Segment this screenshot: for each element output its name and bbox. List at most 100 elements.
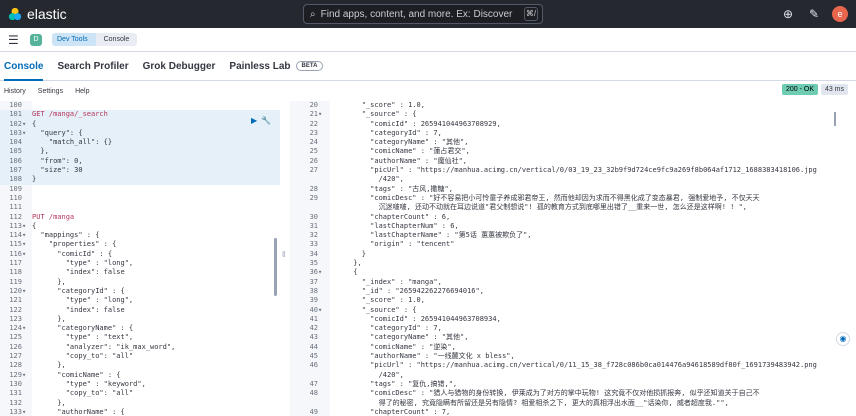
fold-toggle-icon[interactable]: ▾ xyxy=(318,110,328,119)
code-line[interactable]: 44 "comicName" : "逆染", xyxy=(290,343,850,352)
code-line[interactable]: 106 "from": 0, xyxy=(0,156,280,167)
resize-handle[interactable]: ‖ xyxy=(282,250,288,260)
code-line[interactable]: 45 "authorName" : "一线麓文化 x bless", xyxy=(290,352,850,361)
code-line[interactable]: 41 "comicId" : 265941044963708934, xyxy=(290,315,850,324)
help-link[interactable]: Help xyxy=(75,88,89,95)
fold-toggle-icon[interactable]: ▾ xyxy=(22,120,32,129)
code-line[interactable]: 122 "index": false xyxy=(0,306,280,315)
code-line[interactable]: 47 "tags" : "复仇,搞错,", xyxy=(290,380,850,389)
code-line[interactable]: 43 "categoryName" : "其他", xyxy=(290,333,850,342)
code-line[interactable]: 27 "picUrl" : "https://manhua.acimg.cn/v… xyxy=(290,166,850,175)
code-line[interactable]: 118 "index": false xyxy=(0,268,280,277)
code-line[interactable]: 121 "type" : "long", xyxy=(0,296,280,305)
tab-search-profiler[interactable]: Search Profiler xyxy=(57,52,128,81)
code-line[interactable]: 124▾ "categoryName" : { xyxy=(0,324,280,333)
code-line[interactable]: 31 "lastChapterNum" : 6, xyxy=(290,222,850,231)
fold-toggle-icon[interactable]: ▾ xyxy=(22,231,32,240)
code-line[interactable]: 25 "comicName" : "蓮占君交", xyxy=(290,147,850,156)
code-line[interactable]: 123 }, xyxy=(0,315,280,324)
code-line[interactable]: 29 "comicDesc" : "好不容易把小可怜童子养成邪君帝王, 然而他却… xyxy=(290,194,850,203)
code-line[interactable]: 49 "chapterCount" : 7, xyxy=(290,408,850,416)
code-line[interactable]: 102▾{ xyxy=(0,119,280,129)
code-line[interactable]: /420", xyxy=(290,175,850,184)
space-badge[interactable]: D xyxy=(30,33,42,46)
code-line[interactable]: 36▾ { xyxy=(290,268,850,277)
request-editor[interactable]: 100 101 GET /manga/_search 102▾{103▾ "query… xyxy=(0,101,280,416)
code-line[interactable]: 37 "_index" : "manga", xyxy=(290,278,850,287)
code-line[interactable]: 109 xyxy=(0,185,280,194)
code-line[interactable]: 40▾ "_source" : { xyxy=(290,306,850,315)
assistant-icon[interactable]: ◉ xyxy=(836,332,850,346)
code-line[interactable]: 130 "type" : "keyword", xyxy=(0,380,280,389)
breadcrumb-dev-tools[interactable]: Dev Tools xyxy=(52,33,96,46)
code-line[interactable]: 111 xyxy=(0,203,280,212)
user-avatar[interactable]: e xyxy=(832,6,848,22)
code-line[interactable]: 38 "_id" : "265942262276694016", xyxy=(290,287,850,296)
code-line[interactable]: 得了的秘密, 究竟隐瞒有所留还是另有隐情? 相爱相杀之下, 更大的真相浮出水面_… xyxy=(290,399,850,408)
code-line[interactable]: 100 xyxy=(0,101,280,110)
tab-grok-debugger[interactable]: Grok Debugger xyxy=(143,52,216,81)
code-line[interactable]: /420", xyxy=(290,371,850,380)
code-line[interactable]: 107 "size": 30 xyxy=(0,166,280,176)
code-line[interactable]: 28 "tags" : "古风,撒糖", xyxy=(290,185,850,194)
wrench-icon[interactable]: 🔧 xyxy=(261,116,271,125)
tab-painless-lab[interactable]: Painless Lab xyxy=(229,52,290,81)
code-line[interactable]: 132 }, xyxy=(0,399,280,408)
fold-toggle-icon[interactable]: ▾ xyxy=(22,371,32,380)
fold-toggle-icon[interactable]: ▾ xyxy=(22,129,32,138)
code-line[interactable]: 131 "copy_to": "all" xyxy=(0,389,280,398)
send-request-icon[interactable]: ▶ xyxy=(251,116,257,125)
code-line[interactable]: 22 "comicId" : 265941044963708929, xyxy=(290,120,850,129)
global-search-input[interactable]: ⌕ Find apps, content, and more. Ex: Disc… xyxy=(303,4,543,24)
code-line[interactable]: 120▾ "categoryId" : { xyxy=(0,287,280,296)
code-line[interactable]: 32 "lastChapterName" : "第5话 蕙蕙被欺负了", xyxy=(290,231,850,240)
fold-toggle-icon[interactable]: ▾ xyxy=(22,222,32,231)
code-line[interactable]: 35 }, xyxy=(290,259,850,268)
code-line[interactable]: 119 }, xyxy=(0,278,280,287)
code-line[interactable]: 126 "analyzer": "ik_max_word", xyxy=(0,343,280,352)
code-line[interactable]: 46 "picUrl" : "https://manhua.acimg.cn/v… xyxy=(290,361,850,370)
code-line[interactable]: 103▾ "query": { xyxy=(0,128,280,139)
code-line[interactable]: 48 "comicDesc" : "猎人与猎物的身份转换, 伊莱成为了对方的掌中… xyxy=(290,389,850,398)
code-line[interactable]: 125 "type" : "text", xyxy=(0,333,280,342)
code-line[interactable]: 117 "type" : "long", xyxy=(0,259,280,268)
tab-console[interactable]: Console xyxy=(4,52,44,81)
code-line[interactable]: 101 GET /manga/_search xyxy=(0,110,280,120)
fold-toggle-icon[interactable]: ▾ xyxy=(22,250,32,259)
news-feed-icon[interactable]: ✎ xyxy=(806,6,822,22)
code-line[interactable]: 116▾ "comicId" : { xyxy=(0,250,280,259)
code-line[interactable]: 30 "chapterCount" : 6, xyxy=(290,213,850,222)
code-line[interactable]: 沉迷啵啵, 还动不动就在耳边说道"君父制想说"! 孤的教育方式到底哪里出错了__… xyxy=(290,203,850,212)
fold-toggle-icon[interactable]: ▾ xyxy=(22,408,32,416)
code-line[interactable]: 115▾ "properties" : { xyxy=(0,240,280,249)
code-line[interactable]: 39 "_score" : 1.0, xyxy=(290,296,850,305)
code-line[interactable]: 113▾{ xyxy=(0,222,280,231)
code-line[interactable]: 33 "origin" : "tencent" xyxy=(290,240,850,249)
settings-link[interactable]: Settings xyxy=(38,88,63,95)
fold-toggle-icon[interactable]: ▾ xyxy=(318,268,328,277)
code-line[interactable]: 108} xyxy=(0,175,280,185)
code-line[interactable]: 20 "_score" : 1.0, xyxy=(290,101,850,110)
code-line[interactable]: 26 "authorName" : "魔仙社", xyxy=(290,157,850,166)
menu-icon[interactable]: ☰ xyxy=(8,33,20,47)
fold-toggle-icon[interactable]: ▾ xyxy=(22,240,32,249)
code-line[interactable]: 104 "match_all": {} xyxy=(0,138,280,148)
code-line[interactable]: 128 }, xyxy=(0,361,280,370)
code-line[interactable]: 105 }, xyxy=(0,147,280,157)
response-scrollbar[interactable] xyxy=(834,112,836,126)
elastic-logo[interactable]: elastic xyxy=(8,6,67,22)
code-line[interactable]: 114▾ "mappings" : { xyxy=(0,231,280,240)
response-editor[interactable]: 20 "_score" : 1.0, 21▾ "_source" : {22 "c… xyxy=(290,101,850,416)
code-line[interactable]: 23 "categoryId" : 7, xyxy=(290,129,850,138)
code-line[interactable]: 110 xyxy=(0,194,280,203)
fold-toggle-icon[interactable]: ▾ xyxy=(22,324,32,333)
history-link[interactable]: History xyxy=(4,88,26,95)
code-line[interactable]: 112 PUT /manga xyxy=(0,213,280,222)
fold-toggle-icon[interactable]: ▾ xyxy=(318,306,328,315)
request-scrollbar[interactable] xyxy=(274,238,277,296)
code-line[interactable]: 21▾ "_source" : { xyxy=(290,110,850,119)
fold-toggle-icon[interactable]: ▾ xyxy=(22,287,32,296)
code-line[interactable]: 133▾ "authorName" : { xyxy=(0,408,280,416)
code-line[interactable]: 129▾ "comicName" : { xyxy=(0,371,280,380)
code-line[interactable]: 34 } xyxy=(290,250,850,259)
